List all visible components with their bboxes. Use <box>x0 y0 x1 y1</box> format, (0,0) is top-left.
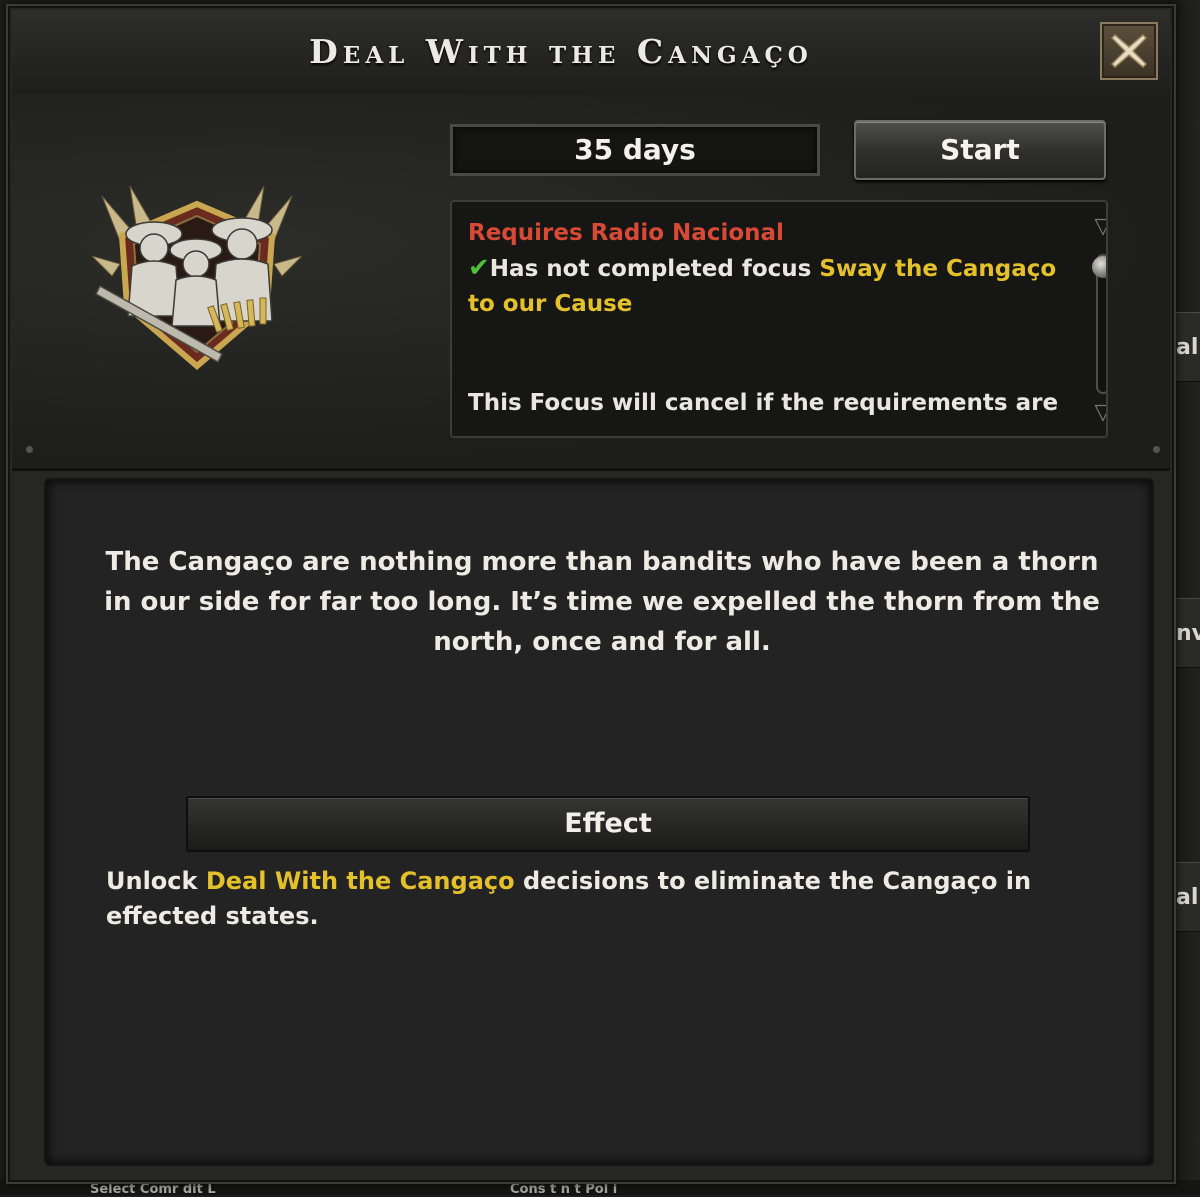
description-panel: The Cangaço are nothing more than bandit… <box>44 478 1154 1166</box>
focus-description: The Cangaço are nothing more than bandit… <box>104 547 1100 657</box>
start-focus-button[interactable]: Start <box>854 120 1106 180</box>
cangaceiros-bandits-emblem-icon <box>92 186 302 370</box>
requirements-footer: This Focus will cancel if the requiremen… <box>468 390 1059 416</box>
focus-header-panel: 35 days Start Requires Radio Nacional ✔H… <box>12 94 1170 471</box>
decorative-rivet <box>26 446 33 453</box>
effect-decision-link[interactable]: Deal With the Cangaço <box>206 867 515 895</box>
focus-duration: 35 days <box>450 124 820 176</box>
scrollbar-thumb[interactable] <box>1092 256 1106 278</box>
effect-header: Effect <box>186 796 1030 852</box>
close-button[interactable] <box>1100 22 1158 80</box>
requirement-condition: ✔Has not completed focus Sway the Cangaç… <box>468 251 1068 322</box>
decorative-rivet <box>1153 446 1160 453</box>
effect-prefix: Unlock <box>106 867 206 895</box>
requirements-text: Requires Radio Nacional ✔Has not complet… <box>468 216 1068 322</box>
scroll-down-arrow-icon[interactable]: ▽ <box>1092 402 1106 424</box>
title-bar: Deal With the Cangaço <box>12 10 1170 96</box>
focus-detail-window: Deal With the Cangaço 35 days Start Requ… <box>6 4 1176 1184</box>
close-x-icon <box>1110 33 1148 69</box>
condition-prefix: Has not completed focus <box>489 256 820 282</box>
scroll-up-arrow-icon[interactable]: ▽ <box>1092 216 1106 238</box>
requirements-box: Requires Radio Nacional ✔Has not complet… <box>450 200 1108 438</box>
effect-text: Unlock Deal With the Cangaço decisions t… <box>106 864 1106 934</box>
window-title: Deal With the Cangaço <box>309 32 813 71</box>
background-panel-fragment: nv <box>1172 598 1200 668</box>
requires-label: Requires Radio Nacional <box>468 220 784 246</box>
background-panel-fragment: al <box>1172 312 1200 382</box>
background-panel-fragment: al <box>1172 862 1200 932</box>
checkmark-icon: ✔ <box>468 253 490 283</box>
